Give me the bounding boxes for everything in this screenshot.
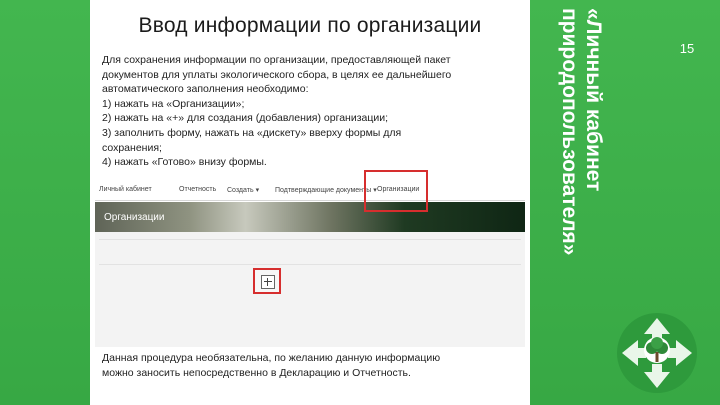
instruction-line: 1) нажать на «Организации»;: [102, 97, 245, 110]
vertical-caption: «Личный кабинет природопользователя»: [535, 8, 605, 338]
nav-item-create[interactable]: Создать ▾: [227, 186, 259, 194]
instruction-line: 2) нажать на «+» для создания (добавлени…: [102, 112, 389, 125]
add-organization-highlight: [253, 268, 281, 294]
vertical-caption-line: «Личный кабинет: [582, 8, 605, 192]
embedded-app-screenshot: Личный кабинет Отчетность Создать ▾ Подт…: [95, 172, 525, 347]
instruction-line: документов для уплаты экологического сбо…: [102, 68, 452, 81]
footer-line: можно заносить непосредственно в Деклара…: [102, 366, 411, 379]
slide-title: Ввод информации по организации: [138, 14, 482, 37]
page-number: 15: [679, 41, 695, 56]
organizations-highlight-frame: [364, 170, 428, 212]
divider: [99, 239, 521, 240]
app-navbar: Личный кабинет Отчетность Создать ▾ Подт…: [95, 178, 525, 201]
instruction-line: сохранения;: [102, 141, 162, 154]
footer-note: Данная процедура необязательна, по желан…: [102, 351, 512, 380]
instruction-line: 3) заполнить форму, нажать на «дискету» …: [102, 126, 402, 139]
recycle-tree-logo-icon: [617, 313, 697, 393]
vertical-caption-line: природопользователя»: [558, 8, 581, 256]
organizations-list-area: [95, 232, 525, 347]
instruction-line: автоматического заполнения необходимо:: [102, 83, 309, 96]
footer-line: Данная процедура необязательна, по желан…: [102, 352, 441, 364]
divider: [99, 264, 521, 265]
nav-item-personal-cabinet[interactable]: Личный кабинет: [99, 186, 152, 193]
banner-title: Организации: [104, 212, 165, 223]
instructions-text: Для сохранения информации по организации…: [102, 53, 512, 170]
plus-square-icon[interactable]: [261, 275, 275, 289]
instruction-line: 4) нажать «Готово» внизу формы.: [102, 156, 267, 169]
instruction-line: Для сохранения информации по организации…: [102, 54, 451, 66]
chevron-down-icon: ▾: [255, 187, 260, 194]
nav-item-reporting[interactable]: Отчетность: [179, 186, 216, 193]
nav-item-supporting-docs[interactable]: Подтверждающие документы ▾: [275, 186, 377, 194]
